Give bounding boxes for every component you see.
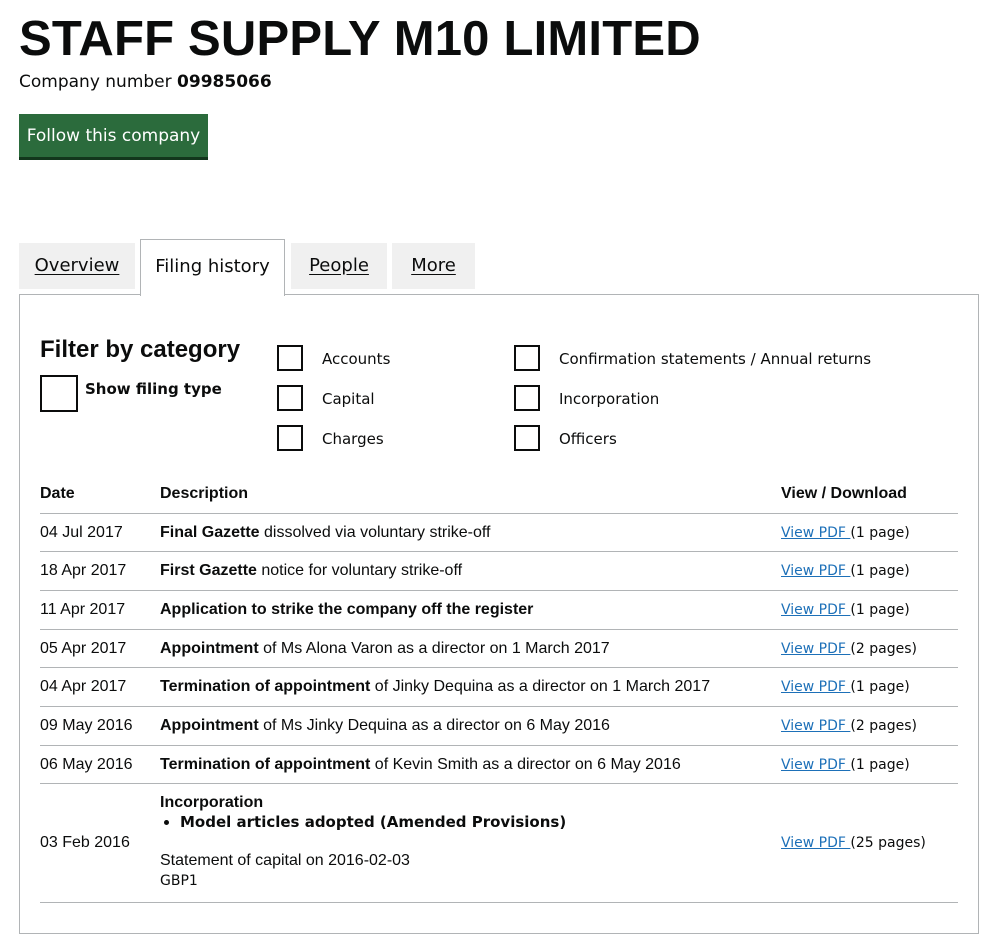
row-description-text: of Kevin Smith as a director on 6 May 20… [370,756,681,773]
incorporation-title: Incorporation [160,794,264,811]
show-filing-type-checkbox[interactable] [40,375,78,412]
row-description-text: of Ms Alona Varon as a director on 1 Mar… [258,640,610,657]
row-description: Termination of appointment of Kevin Smit… [160,756,681,774]
header-description: Description [160,485,249,502]
row-description: Application to strike the company off th… [160,601,533,619]
row-view: View PDF (1 page) [781,601,910,619]
company-name: STAFF SUPPLY M10 LIMITED [19,12,701,66]
table-row: 05 Apr 2017 Appointment of Ms Alona Varo… [40,630,958,668]
row-description-bold: Appointment [160,640,259,657]
view-pdf-link[interactable]: View PDF [781,679,850,695]
row-description: First Gazette notice for voluntary strik… [160,562,462,580]
header-view-download: View / Download [781,485,907,502]
row-description: Appointment of Ms Alona Varon as a direc… [160,640,610,658]
incorporation-list: Model articles adopted (Amended Provisio… [160,812,566,832]
category-accounts-checkbox[interactable] [277,345,303,371]
view-pdf-link[interactable]: View PDF [781,602,850,618]
row-date: 05 Apr 2017 [40,640,127,657]
filter-heading: Filter by category [40,336,241,363]
row-description-text: of Ms Jinky Dequina as a director on 6 M… [258,717,610,734]
row-view: View PDF (1 page) [781,678,910,696]
page-count: (2 pages) [850,641,917,657]
page-count: (1 page) [850,602,910,618]
company-number-label: Company number [19,72,172,92]
incorporation-bullet: Model articles adopted (Amended Provisio… [180,812,566,832]
row-view: View PDF (2 pages) [781,640,917,658]
header-date: Date [40,485,75,502]
view-pdf-link[interactable]: View PDF [781,757,850,773]
page-count: (1 page) [850,563,910,579]
tab-overview[interactable]: Overview [19,243,135,289]
table-row: 04 Jul 2017 Final Gazette dissolved via … [40,514,958,552]
row-description: Incorporation Model articles adopted (Am… [160,794,566,889]
table-row: 18 Apr 2017 First Gazette notice for vol… [40,552,958,591]
company-number-value: 09985066 [177,72,272,92]
capital-amount: GBP1 [160,873,198,889]
show-filing-type-label[interactable]: Show filing type [85,379,222,399]
row-description-text: of Jinky Dequina as a director on 1 Marc… [370,678,711,695]
view-pdf-link[interactable]: View PDF [781,641,850,657]
row-date: 04 Jul 2017 [40,524,123,541]
category-officers-checkbox[interactable] [514,425,540,451]
row-description-bold: Application to strike the company off th… [160,601,534,618]
view-pdf-link[interactable]: View PDF [781,835,850,851]
category-charges-checkbox[interactable] [277,425,303,451]
page-count: (25 pages) [850,835,926,851]
row-date: 11 Apr 2017 [40,601,126,618]
row-description-bold: First Gazette [160,562,257,579]
table-row: 09 May 2016 Appointment of Ms Jinky Dequ… [40,707,958,746]
category-incorporation-checkbox[interactable] [514,385,540,411]
row-view: View PDF (1 page) [781,562,910,580]
view-pdf-link[interactable]: View PDF [781,563,850,579]
tab-filing-history[interactable]: Filing history [140,239,285,296]
category-capital-label[interactable]: Capital [322,389,375,409]
row-view: View PDF (25 pages) [781,834,926,852]
row-date: 09 May 2016 [40,717,133,734]
page-count: (1 page) [850,757,910,773]
row-date: 04 Apr 2017 [40,678,127,695]
category-confirmation-statements-checkbox[interactable] [514,345,540,371]
row-view: View PDF (1 page) [781,524,910,542]
company-page: STAFF SUPPLY M10 LIMITED Company number … [0,0,994,948]
row-description-text: notice for voluntary strike-off [256,562,463,579]
view-pdf-link[interactable]: View PDF [781,525,850,541]
row-description-bold: Appointment [160,717,259,734]
page-count: (2 pages) [850,718,917,734]
row-date: 18 Apr 2017 [40,562,127,579]
tab-more[interactable]: More [392,243,475,289]
table-row-incorporation: 03 Feb 2016 Incorporation Model articles… [40,784,958,903]
category-capital-checkbox[interactable] [277,385,303,411]
page-count: (1 page) [850,679,910,695]
category-confirmation-statements-label[interactable]: Confirmation statements / Annual returns [559,349,871,369]
row-description-bold: Final Gazette [160,524,260,541]
row-description: Appointment of Ms Jinky Dequina as a dir… [160,717,610,735]
row-description-bold: Termination of appointment [160,756,371,773]
category-incorporation-label[interactable]: Incorporation [559,389,659,409]
company-number: Company number 09985066 [19,70,272,94]
follow-company-button[interactable]: Follow this company [19,114,208,157]
view-pdf-link[interactable]: View PDF [781,718,850,734]
tab-people[interactable]: People [291,243,387,289]
row-view: View PDF (2 pages) [781,717,917,735]
page-count: (1 page) [850,525,910,541]
row-date: 03 Feb 2016 [40,834,130,851]
row-description-bold: Termination of appointment [160,678,371,695]
row-description: Final Gazette dissolved via voluntary st… [160,524,491,542]
row-view: View PDF (1 page) [781,756,910,774]
statement-of-capital: Statement of capital on 2016-02-03 [160,852,410,869]
row-date: 06 May 2016 [40,756,133,773]
table-row: 04 Apr 2017 Termination of appointment o… [40,668,958,707]
row-description: Termination of appointment of Jinky Dequ… [160,678,710,696]
category-charges-label[interactable]: Charges [322,429,384,449]
table-row: 06 May 2016 Termination of appointment o… [40,746,958,784]
table-row: 11 Apr 2017 Application to strike the co… [40,591,958,630]
row-description-text: dissolved via voluntary strike-off [259,524,491,541]
category-officers-label[interactable]: Officers [559,429,617,449]
category-accounts-label[interactable]: Accounts [322,349,390,369]
